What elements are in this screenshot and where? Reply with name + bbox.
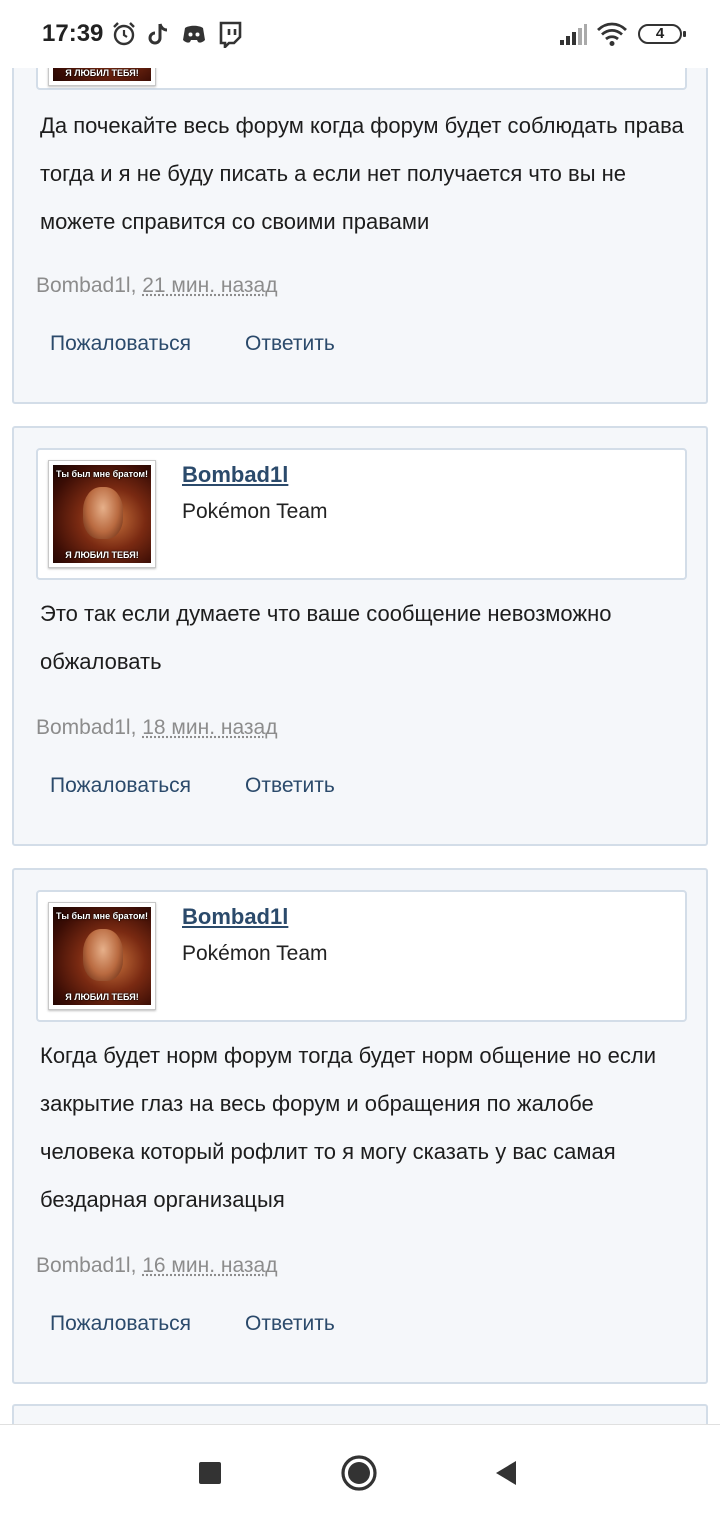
reply-button[interactable]: Ответить	[245, 774, 335, 798]
avatar[interactable]: Ты был мне братом! Я ЛЮБИЛ ТЕБЯ!	[48, 902, 156, 1010]
meta-separator: ,	[130, 1254, 143, 1277]
report-button[interactable]: Пожаловаться	[50, 774, 191, 798]
avatar-face	[83, 929, 123, 981]
navigation-bar	[0, 1424, 720, 1520]
avatar[interactable]: Ты был мне братом! Я ЛЮБИЛ ТЕБЯ!	[48, 460, 156, 568]
signal-icon	[560, 24, 587, 45]
user-title: Pokémon Team	[182, 500, 328, 523]
avatar-caption-bottom: Я ЛЮБИЛ ТЕБЯ!	[65, 992, 139, 1002]
status-time: 17:39	[42, 20, 104, 47]
screen: Я ЛЮБИЛ ТЕБЯ! Да почекайте весь форум ко…	[0, 0, 720, 1520]
back-button[interactable]	[486, 1453, 526, 1493]
post-meta: Bombad1l, 16 мин. назад	[36, 1254, 277, 1278]
post: Ты был мне братом! Я ЛЮБИЛ ТЕБЯ! Bombad1…	[12, 868, 708, 1384]
user-title: Pokémon Team	[182, 942, 328, 965]
alarm-icon	[113, 22, 135, 46]
report-button[interactable]: Пожаловаться	[50, 332, 191, 356]
avatar-face	[83, 487, 123, 539]
post-meta: Bombad1l, 21 мин. назад	[36, 274, 277, 298]
report-button[interactable]: Пожаловаться	[50, 1312, 191, 1336]
post-text: Когда будет норм форум тогда будет норм …	[40, 1043, 656, 1212]
avatar-image: Ты был мне братом! Я ЛЮБИЛ ТЕБЯ!	[53, 465, 151, 563]
discord-icon	[183, 25, 205, 43]
post-text: Это так если думаете что ваше сообщение …	[40, 601, 612, 674]
avatar-caption-bottom: Я ЛЮБИЛ ТЕБЯ!	[65, 68, 139, 78]
status-bar: 17:39 4	[0, 0, 720, 68]
post-meta: Bombad1l, 18 мин. назад	[36, 716, 277, 740]
post-author[interactable]: Bombad1l	[36, 716, 131, 739]
post-text: Да почекайте весь форум когда форум буде…	[40, 113, 684, 234]
avatar-caption-top: Ты был мне братом!	[55, 911, 148, 921]
avatar-caption-bottom: Я ЛЮБИЛ ТЕБЯ!	[65, 550, 139, 560]
tiktok-icon	[148, 23, 168, 45]
twitch-icon	[219, 21, 242, 48]
avatar-caption-top: Ты был мне братом!	[55, 469, 148, 479]
post-time[interactable]: 16 мин. назад	[142, 1254, 277, 1277]
reply-button[interactable]: Ответить	[245, 1312, 335, 1336]
user-card: Ты был мне братом! Я ЛЮБИЛ ТЕБЯ! Bombad1…	[36, 448, 687, 580]
username-link[interactable]: Bombad1l	[182, 904, 288, 930]
post-time[interactable]: 21 мин. назад	[142, 274, 277, 297]
user-card: Ты был мне братом! Я ЛЮБИЛ ТЕБЯ! Bombad1…	[36, 890, 687, 1022]
battery-icon: 4	[638, 24, 686, 44]
post: Ты был мне братом! Я ЛЮБИЛ ТЕБЯ! Bombad1…	[12, 426, 708, 846]
meta-separator: ,	[130, 274, 143, 297]
meta-separator: ,	[130, 716, 143, 739]
avatar-image: Ты был мне братом! Я ЛЮБИЛ ТЕБЯ!	[53, 907, 151, 1005]
recent-apps-button[interactable]	[190, 1453, 230, 1493]
post-time[interactable]: 18 мин. назад	[142, 716, 277, 739]
home-button[interactable]	[339, 1453, 379, 1493]
username-link[interactable]: Bombad1l	[182, 462, 288, 488]
post-author[interactable]: Bombad1l	[36, 1254, 131, 1277]
post-author[interactable]: Bombad1l	[36, 274, 131, 297]
reply-button[interactable]: Ответить	[245, 332, 335, 356]
wifi-icon	[597, 22, 627, 46]
